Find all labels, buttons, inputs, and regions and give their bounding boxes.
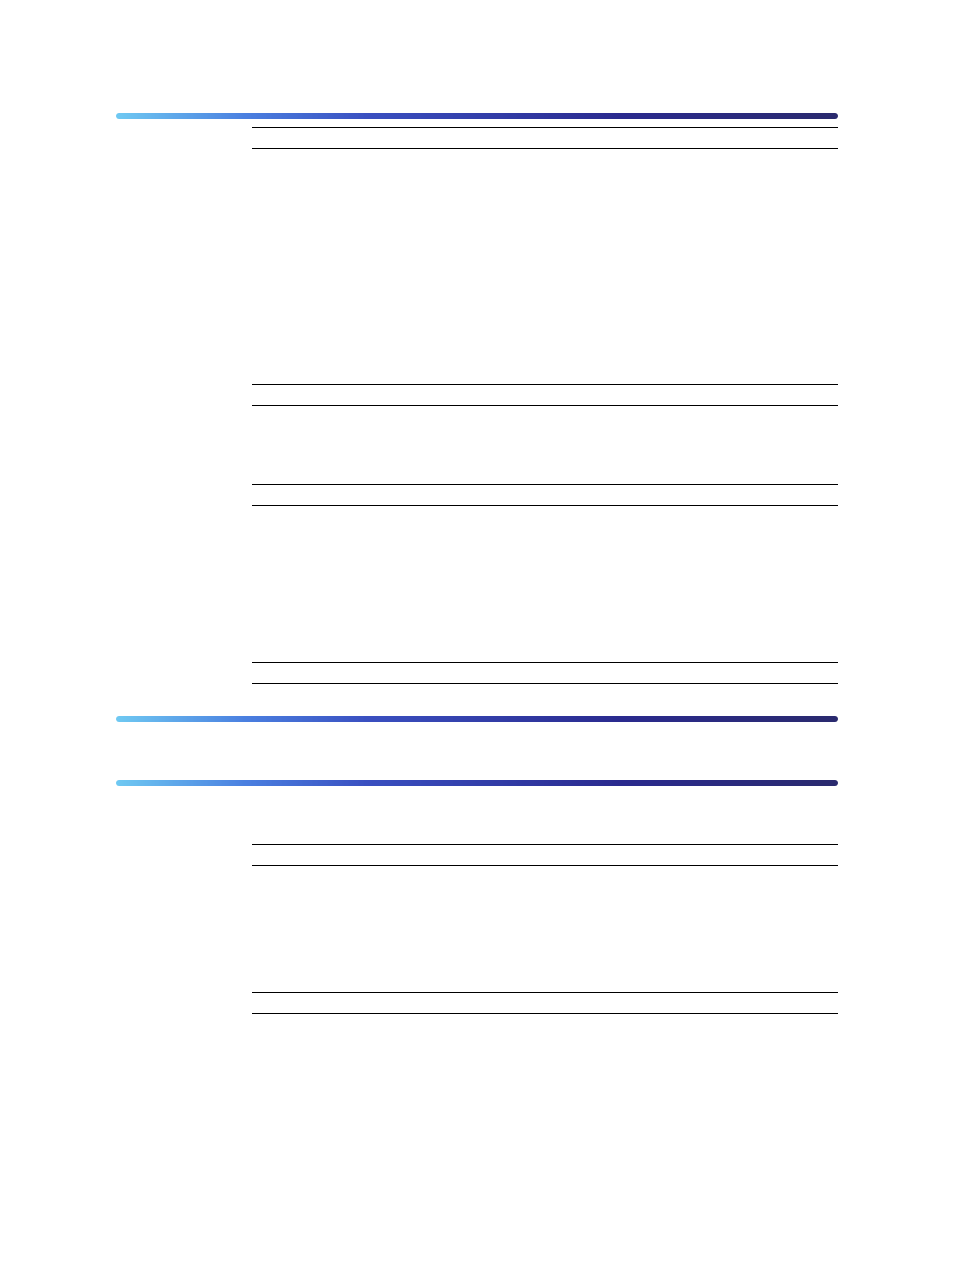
text-box-space [252,385,838,405]
text-box-space [252,128,838,148]
text-box-space [252,993,838,1013]
content-gap [252,149,838,384]
section-divider-bar [116,716,838,722]
document-page [116,113,838,1014]
content-gap [252,794,838,844]
section-content [252,127,838,684]
section-content [252,794,838,1014]
text-box-space [252,663,838,683]
text-box-space [252,845,838,865]
section-trailing-gap [116,730,838,780]
text-box-space [252,485,838,505]
content-gap [252,506,838,662]
horizontal-rule [252,1013,838,1014]
content-gap [252,406,838,484]
content-gap [252,866,838,992]
section-divider-bar [116,113,838,119]
section-trailing-gap [116,684,838,716]
section-divider-bar [116,780,838,786]
